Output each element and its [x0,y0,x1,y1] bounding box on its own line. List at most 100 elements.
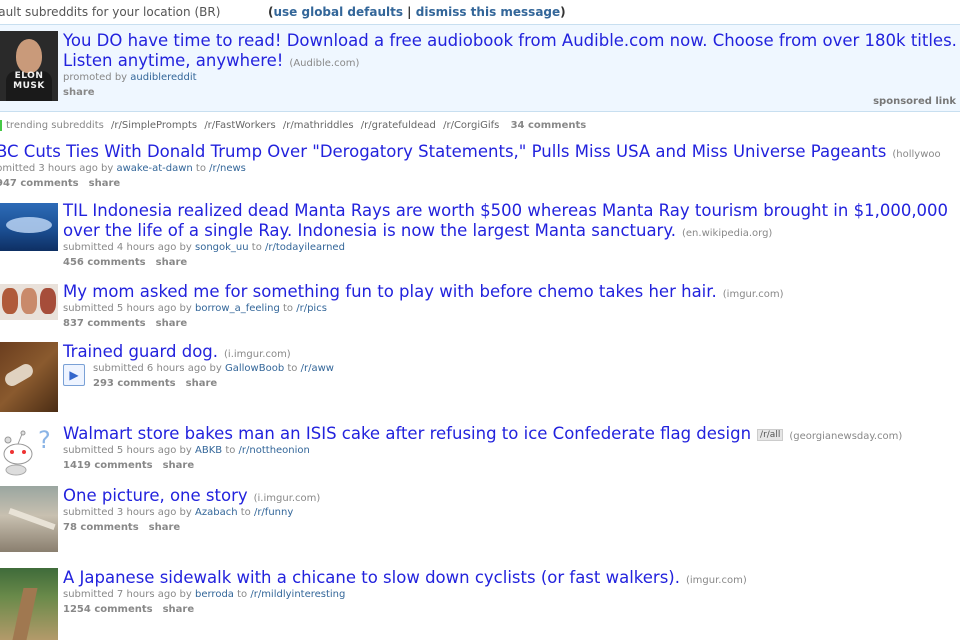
post-body: BC Cuts Ties With Donald Trump Over "Der… [0,142,941,192]
post-domain[interactable]: (imgur.com) [723,289,784,300]
comments-button[interactable]: 456 comments [63,257,146,268]
trending-sub-link[interactable]: /r/CorgiGifs [443,120,499,131]
post-title-wrap: TIL Indonesia realized dead Manta Rays a… [63,201,960,241]
comments-button[interactable]: 1419 comments [63,460,153,471]
author-link[interactable]: awake-at-dawn [116,163,192,174]
subreddit-link[interactable]: /r/funny [254,507,293,518]
trending-sub-link[interactable]: /r/SimplePrompts [111,120,197,131]
post-title-link[interactable]: Trained guard dog. [63,342,218,361]
post-thumbnail[interactable] [0,203,58,251]
reddit-alien-icon: ? [3,426,51,476]
share-button[interactable]: share [149,522,181,533]
promo-buttons: share [63,85,960,101]
promoted-post: ELON MUSK You DO have time to read! Down… [0,24,960,112]
thumb-figure-face [16,39,42,73]
post-tagline: submitted 3 hours ago by Azabach to /r/f… [63,506,320,520]
promo-author-link[interactable]: audiblereddit [130,72,196,83]
submitted-label: submitted 3 hours ago by [63,507,192,518]
location-message-bar: fault subreddits for your location (BR) … [0,0,960,24]
submitted-label: submitted 7 hours ago by [63,589,192,600]
to-label: to [195,163,206,174]
post-title-link[interactable]: My mom asked me for something fun to pla… [63,282,717,301]
promo-body: You DO have time to read! Download a fre… [63,31,960,101]
author-link[interactable]: songok_uu [195,242,249,253]
share-button[interactable]: share [163,604,195,615]
svg-text:?: ? [38,426,51,454]
share-button[interactable]: share [156,318,188,329]
author-link[interactable]: borrow_a_feeling [195,303,280,314]
subreddit-tag[interactable]: /r/all [757,429,784,441]
sponsored-label: sponsored link [873,96,956,107]
author-link[interactable]: ABKB [195,445,222,456]
trending-sub-link[interactable]: /r/mathriddles [283,120,354,131]
post-domain[interactable]: (en.wikipedia.org) [682,228,772,239]
subreddit-link[interactable]: /r/mildlyinteresting [250,589,345,600]
subreddit-link[interactable]: /r/aww [301,363,334,374]
author-link[interactable]: berroda [195,589,234,600]
post-thumbnail[interactable] [0,342,58,412]
trending-sub-link[interactable]: /r/gratefuldead [361,120,436,131]
share-button[interactable]: share [186,378,218,389]
comments-button[interactable]: 947 comments [0,178,79,189]
post-tagline: submitted 7 hours ago by berroda to /r/m… [63,588,747,602]
post-domain[interactable]: (imgur.com) [686,575,747,586]
comments-button[interactable]: 837 comments [63,318,146,329]
post-body: Walmart store bakes man an ISIS cake aft… [63,424,902,474]
post-title-link[interactable]: TIL Indonesia realized dead Manta Rays a… [63,201,948,240]
thumb-hand-shape [2,361,36,389]
post-tagline: bmitted 3 hours ago by awake-at-dawn to … [0,162,941,176]
to-label: to [287,363,298,374]
location-message: fault subreddits for your location (BR) [0,5,221,19]
author-link[interactable]: GallowBoob [225,363,284,374]
submitted-label: submitted 4 hours ago by [63,242,192,253]
post-entry: My mom asked me for something fun to pla… [0,282,960,336]
use-global-defaults-link[interactable]: use global defaults [273,5,403,19]
comments-button[interactable]: 293 comments [93,378,176,389]
post-domain[interactable]: (georgianewsday.com) [789,431,902,442]
post-meta: submitted 6 hours ago by GallowBoob to /… [93,362,334,392]
post-title-link[interactable]: Walmart store bakes man an ISIS cake aft… [63,424,751,443]
manta-ray-shape [6,217,52,233]
thumb-sidewalk-shape [12,588,38,640]
promo-domain[interactable]: (Audible.com) [289,58,359,69]
post-tagline: submitted 5 hours ago by ABKB to /r/nott… [63,444,902,458]
dismiss-message-link[interactable]: dismiss this message [416,5,560,19]
post-title-link[interactable]: One picture, one story [63,486,248,505]
promo-share-button[interactable]: share [63,87,95,98]
post-title-link[interactable]: A Japanese sidewalk with a chicane to sl… [63,568,680,587]
post-thumbnail[interactable] [0,284,58,320]
post-body: TIL Indonesia realized dead Manta Rays a… [63,201,960,271]
promo-thumbnail[interactable]: ELON MUSK [0,31,58,101]
thumb-face-1 [2,288,18,314]
to-label: to [251,242,262,253]
post-body: Trained guard dog. (i.imgur.com) [63,342,291,362]
share-button[interactable]: share [89,178,121,189]
comments-button[interactable]: 78 comments [63,522,139,533]
comments-button[interactable]: 1254 comments [63,604,153,615]
post-tagline: submitted 5 hours ago by borrow_a_feelin… [63,302,784,316]
post-domain[interactable]: (hollywoo [892,149,940,160]
subreddit-link[interactable]: /r/todayilearned [265,242,345,253]
thumb-face-3 [40,288,56,314]
default-self-thumbnail[interactable]: ? [0,424,58,476]
post-domain[interactable]: (i.imgur.com) [254,493,321,504]
post-buttons: 837 comments share [63,316,784,332]
post-buttons: 456 comments share [63,255,960,271]
promoted-by-label: promoted by [63,72,131,83]
post-body: One picture, one story (i.imgur.com) subm… [63,486,320,536]
trending-subreddits-bar: trending subreddits /r/SimplePrompts /r/… [0,118,960,134]
expando-play-button[interactable]: ▶ [63,364,85,386]
post-thumbnail[interactable] [0,486,58,552]
author-link[interactable]: Azabach [195,507,238,518]
post-title-link[interactable]: BC Cuts Ties With Donald Trump Over "Der… [0,142,886,161]
promo-title-link[interactable]: You DO have time to read! Download a fre… [63,31,957,70]
share-button[interactable]: share [163,460,195,471]
subreddit-link[interactable]: /r/pics [296,303,327,314]
share-button[interactable]: share [156,257,188,268]
subreddit-link[interactable]: /r/nottheonion [239,445,310,456]
post-thumbnail[interactable] [0,568,58,640]
trending-comments-link[interactable]: 34 comments [511,120,587,131]
trending-sub-link[interactable]: /r/FastWorkers [204,120,275,131]
post-domain[interactable]: (i.imgur.com) [224,349,291,360]
subreddit-link[interactable]: /r/news [209,163,246,174]
